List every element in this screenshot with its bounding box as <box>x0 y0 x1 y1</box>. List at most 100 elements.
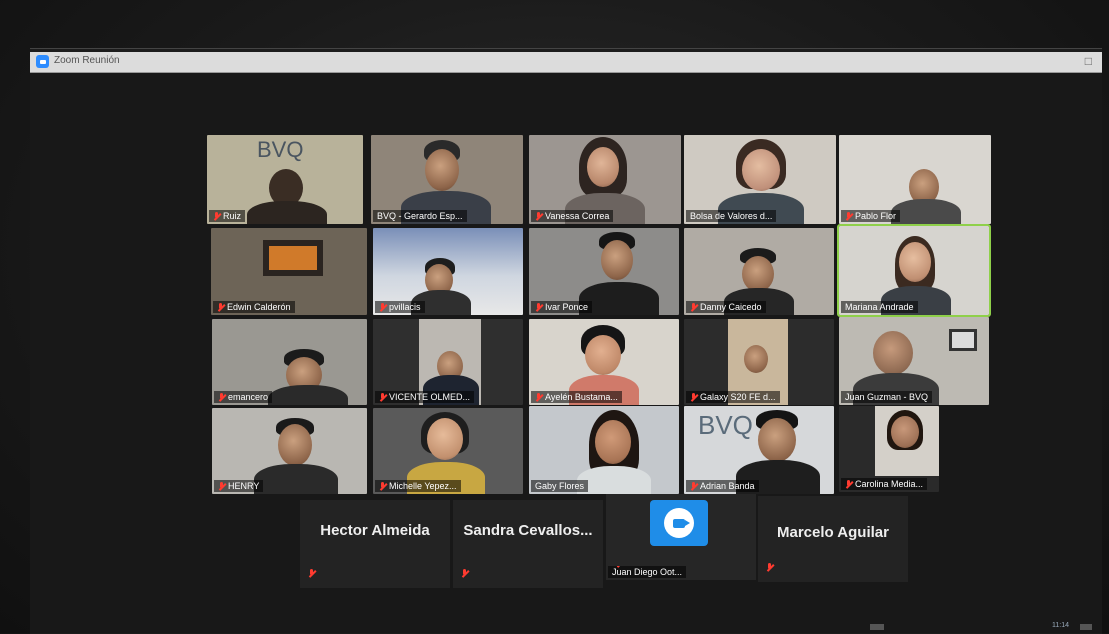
wall-picture <box>949 329 977 351</box>
active-speaker-tile[interactable]: Mariana Andrade <box>837 224 991 317</box>
participant-tile[interactable]: Danny Caicedo <box>684 228 834 315</box>
participant-tile[interactable]: pvillacis <box>373 228 523 315</box>
participant-name: Ruiz <box>223 211 242 221</box>
participant-name-label: Adrian Banda <box>686 480 759 492</box>
participant-video <box>601 240 633 280</box>
taskbar-item[interactable] <box>1080 624 1092 630</box>
participant-tile[interactable]: Gaby Flores <box>529 406 679 494</box>
participant-name-label: emancero <box>214 391 273 403</box>
window-maximize-button[interactable]: □ <box>1085 54 1092 68</box>
participant-tile[interactable]: BVQ Adrian Banda <box>684 406 834 494</box>
participant-name-label: Ayelén Bustama... <box>531 391 622 403</box>
participant-tile[interactable]: BVQ - Gerardo Esp... <box>371 135 523 224</box>
participant-name-label: Bolsa de Valores d... <box>686 210 777 222</box>
mic-muted-icon <box>690 392 697 402</box>
mic-muted-icon <box>379 302 386 312</box>
participant-name-label: Michelle Yepez... <box>375 480 461 492</box>
participant-name: VICENTE OLMED... <box>389 392 471 402</box>
participant-tile[interactable]: Ivar Ponce <box>529 228 679 315</box>
participant-video <box>585 335 621 375</box>
participant-tile-no-video[interactable]: Sandra Cevallos... <box>453 500 603 588</box>
participant-name-label: Danny Caicedo <box>686 301 766 313</box>
participant-tile[interactable]: Carolina Media... <box>839 406 939 492</box>
participant-name-label: Carolina Media... <box>841 478 928 490</box>
bvq-logo: BVQ <box>257 137 304 162</box>
participant-video <box>742 149 780 191</box>
participant-tile[interactable]: Galaxy S20 FE d... <box>684 319 834 405</box>
participant-name: HENRY <box>228 481 260 491</box>
mic-muted-icon <box>218 481 225 491</box>
participant-name: Juan Diego Oot... <box>612 567 683 577</box>
participant-name-label: pvillacis <box>375 301 425 313</box>
participant-name-label: Ivar Ponce <box>531 301 593 313</box>
participant-name-label: VICENTE OLMED... <box>375 391 475 403</box>
participant-name-label: Mariana Andrade <box>841 301 918 313</box>
mic-muted-icon <box>213 211 220 221</box>
mic-muted-icon <box>379 392 386 402</box>
participant-tile[interactable]: Bolsa de Valores d... <box>684 135 836 224</box>
window-title: Zoom Reunión <box>54 55 120 66</box>
participant-tile[interactable]: Michelle Yepez... <box>373 408 523 494</box>
mic-muted-icon <box>218 392 225 402</box>
participant-body <box>247 201 327 224</box>
participant-video <box>742 256 774 292</box>
participant-tile[interactable]: Juan Guzman - BVQ <box>839 317 989 405</box>
participant-tile[interactable]: BVQ Ruiz <box>207 135 363 224</box>
participant-body <box>268 385 348 405</box>
participant-tile[interactable]: HENRY <box>212 408 367 494</box>
mic-muted-icon <box>690 481 697 491</box>
participant-name: Vanessa Correa <box>545 211 610 221</box>
mic-muted-icon <box>535 392 542 402</box>
mic-muted-icon <box>690 302 697 312</box>
participant-tile[interactable]: Pablo Flor <box>839 135 991 224</box>
participant-name: Pablo Flor <box>855 211 897 221</box>
participant-name: Juan Guzman - BVQ <box>845 392 929 402</box>
participant-tile[interactable]: Edwin Calderón <box>211 228 367 315</box>
participant-tile-no-video[interactable]: Marcelo Aguilar <box>758 496 908 582</box>
taskbar-item[interactable] <box>870 624 884 630</box>
mic-muted-icon <box>461 569 468 578</box>
participant-name-label: Vanessa Correa <box>531 210 614 222</box>
mic-muted-icon <box>616 566 623 568</box>
participant-video <box>587 147 619 187</box>
participant-display-name: Marcelo Aguilar <box>777 524 889 541</box>
participant-name-label: Juan Diego Oot... <box>608 566 687 578</box>
participant-name-label: HENRY <box>214 480 264 492</box>
participant-name: Danny Caicedo <box>700 302 762 312</box>
participant-name-label: Gaby Flores <box>531 480 589 492</box>
participant-name: Adrian Banda <box>700 481 755 491</box>
mic-muted-icon <box>308 569 315 578</box>
participant-name: Bolsa de Valores d... <box>690 211 773 221</box>
participant-tile[interactable]: Ayelén Bustama... <box>529 319 679 405</box>
participant-video <box>425 149 459 191</box>
participant-video <box>899 242 931 282</box>
participant-tile-no-video[interactable]: Juan Diego Oot... <box>606 494 756 580</box>
participant-body <box>577 466 651 494</box>
participant-video <box>278 424 312 466</box>
mic-muted-icon <box>535 302 542 312</box>
participant-tile[interactable]: emancero <box>212 319 367 405</box>
participant-body <box>891 199 961 224</box>
participant-body <box>254 464 338 494</box>
participant-tile[interactable]: Vanessa Correa <box>529 135 681 224</box>
participant-video <box>758 418 796 462</box>
participant-video <box>744 345 768 373</box>
participant-display-name: Hector Almeida <box>320 522 430 539</box>
participant-video <box>427 418 463 460</box>
participant-name: pvillacis <box>389 302 421 312</box>
participant-name: Galaxy S20 FE d... <box>700 392 776 402</box>
participant-name: Edwin Calderón <box>227 302 291 312</box>
window-titlebar[interactable]: Zoom Reunión □ <box>30 52 1102 73</box>
participant-name-label: Pablo Flor <box>841 210 901 222</box>
participant-tile[interactable]: VICENTE OLMED... <box>373 319 523 405</box>
participant-name-label: BVQ - Gerardo Esp... <box>373 210 467 222</box>
participant-video <box>595 420 631 464</box>
wall-decoration <box>263 240 323 276</box>
participant-name: Ayelén Bustama... <box>545 392 618 402</box>
participant-name-label: Edwin Calderón <box>213 301 295 313</box>
participant-tile-no-video[interactable]: Hector Almeida <box>300 500 450 588</box>
taskbar-clock: 11:14 <box>1052 622 1069 629</box>
participant-name: Mariana Andrade <box>845 302 914 312</box>
participant-name-label: Galaxy S20 FE d... <box>686 391 780 403</box>
participant-display-name: Sandra Cevallos... <box>463 522 593 539</box>
